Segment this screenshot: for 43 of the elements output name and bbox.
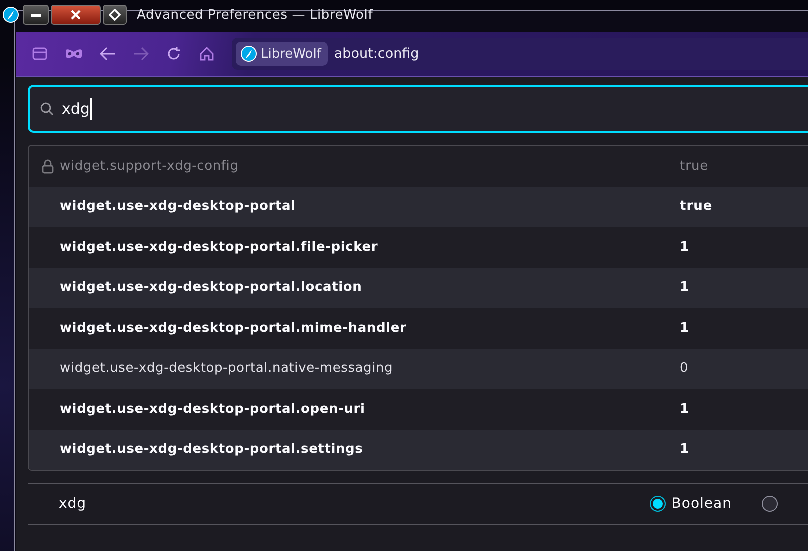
preference-value: true [680, 199, 713, 214]
app-logo-icon [3, 7, 19, 23]
search-field[interactable]: xdg [28, 85, 808, 133]
radio-button[interactable] [762, 496, 778, 512]
preference-value: 1 [680, 240, 690, 255]
sidebar-icon[interactable] [32, 46, 48, 62]
preference-name: widget.support-xdg-config [60, 158, 240, 174]
preference-value: 0 [680, 361, 689, 376]
close-icon [71, 10, 81, 20]
radio-label[interactable]: Boolean [672, 496, 732, 512]
preference-row[interactable]: widget.use-xdg-desktop-portal.settings 1 [29, 430, 808, 470]
preference-value: 1 [680, 442, 690, 458]
private-mask-icon[interactable] [65, 48, 83, 60]
lock-icon [42, 158, 54, 174]
preference-name: widget.use-xdg-desktop-portal.mime-handler [60, 320, 408, 336]
preference-row[interactable]: widget.use-xdg-desktop-portal true [29, 186, 808, 227]
home-icon[interactable] [199, 46, 215, 62]
preference-name: widget.use-xdg-desktop-portal.location [60, 280, 364, 296]
app-logo-icon [241, 46, 257, 62]
site-identity-button[interactable]: LibreWolf [236, 42, 328, 66]
preference-value: 1 [680, 402, 690, 417]
minimize-button[interactable] [23, 5, 49, 25]
preference-value: 1 [680, 280, 690, 296]
radio-button[interactable] [650, 496, 666, 512]
window-title: Advanced Preferences — LibreWolf [137, 8, 374, 22]
new-preference-name: xdg [59, 496, 88, 512]
preference-name: widget.use-xdg-desktop-portal.native-messaging [60, 361, 394, 376]
preference-name: widget.use-xdg-desktop-portal.file-picker [60, 240, 380, 255]
preference-name: widget.use-xdg-desktop-portal.open-uri [60, 402, 366, 417]
preference-row[interactable]: widget.use-xdg-desktop-portal.native-messaging 0 [29, 348, 808, 389]
url-text: about:config [334, 46, 420, 62]
close-button[interactable] [51, 5, 101, 25]
diamond-icon [109, 9, 121, 21]
preference-row[interactable]: widget.use-xdg-desktop-portal.location 1 [29, 268, 808, 308]
preference-name: widget.use-xdg-desktop-portal.settings [60, 442, 364, 458]
preference-value: true [680, 158, 709, 174]
preference-name: widget.use-xdg-desktop-portal [60, 199, 297, 214]
back-arrow-icon[interactable] [100, 47, 116, 61]
reload-icon[interactable] [166, 46, 182, 62]
search-icon [40, 102, 54, 116]
url-bar[interactable]: LibreWolf about:config [232, 38, 808, 70]
maximize-button[interactable] [103, 5, 127, 25]
preference-value: 1 [680, 320, 690, 336]
